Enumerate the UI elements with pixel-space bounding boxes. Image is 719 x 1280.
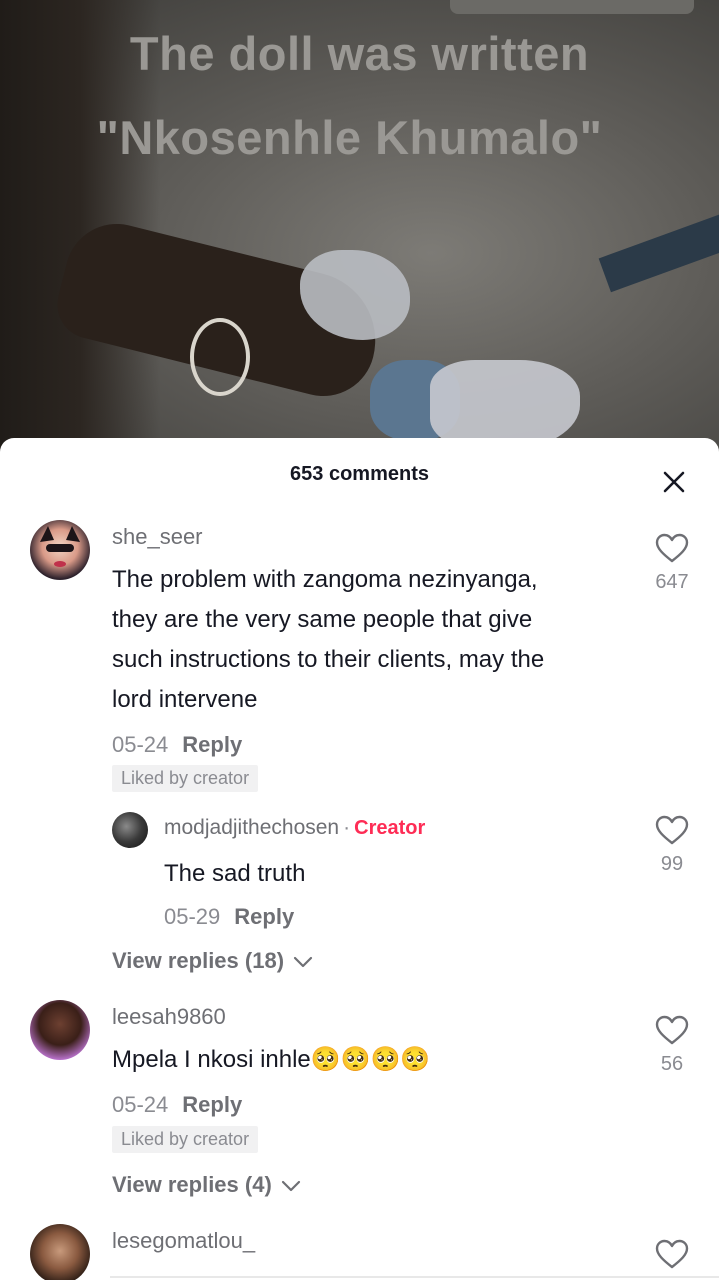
- view-replies-label: View replies (18): [112, 948, 285, 973]
- view-replies-button[interactable]: View replies (4): [112, 1172, 302, 1198]
- input-divider: [110, 1276, 719, 1278]
- reply-date: 05-29: [164, 904, 221, 929]
- close-icon[interactable]: [660, 468, 688, 496]
- comment-date: 05-24: [112, 732, 169, 757]
- comment-text: Mpela I nkosi inhle🥺🥺🥺🥺: [112, 1040, 430, 1080]
- comments-count-title: 653 comments: [290, 463, 429, 485]
- comment-username[interactable]: she_seer: [112, 524, 203, 550]
- view-replies-button[interactable]: View replies (18): [112, 948, 314, 974]
- comment-username[interactable]: lesegomatlou_: [112, 1228, 255, 1254]
- like-count: 647: [655, 571, 689, 593]
- heart-icon: [655, 1015, 689, 1045]
- comment-text: The problem with zangoma nezinyanga, the…: [112, 560, 544, 720]
- reply-meta: 05-29 Reply: [164, 904, 294, 930]
- comment-meta: 05-24 Reply: [112, 732, 242, 758]
- comment-text-body: Mpela I nkosi inhle: [112, 1046, 311, 1073]
- reply-like-button[interactable]: 99: [650, 814, 694, 876]
- like-button[interactable]: [650, 1238, 694, 1275]
- avatar[interactable]: [30, 520, 90, 580]
- liked-by-creator-badge: Liked by creator: [112, 1126, 259, 1153]
- avatar[interactable]: [30, 1000, 90, 1060]
- comment-date: 05-24: [112, 1092, 169, 1117]
- reply-username-row: modjadjithechosen · Creator: [164, 816, 425, 840]
- heart-icon: [655, 1239, 689, 1269]
- chevron-down-icon: [294, 957, 313, 968]
- video-player[interactable]: The doll was written "Nkosenhle Khumalo": [0, 0, 719, 460]
- video-caption-line-1: The doll was written: [129, 27, 590, 80]
- comment-text-line: they are the very same people that give: [112, 606, 533, 633]
- like-count: 56: [660, 1053, 684, 1075]
- view-replies-label: View replies (4): [112, 1172, 272, 1197]
- comment-text-line: lord intervene: [112, 686, 258, 713]
- chevron-down-icon: [281, 1181, 301, 1192]
- reply-avatar[interactable]: [112, 812, 148, 848]
- like-button[interactable]: 647: [650, 532, 694, 594]
- reply-text: The sad truth: [164, 860, 306, 887]
- liked-by-creator-badge: Liked by creator: [112, 765, 259, 792]
- separator-dot: ·: [343, 816, 351, 839]
- comment-text-line: The problem with zangoma nezinyanga,: [112, 566, 538, 593]
- heart-icon: [655, 815, 689, 845]
- video-top-bar: [450, 0, 694, 14]
- heart-icon: [655, 533, 689, 563]
- like-count: 99: [660, 853, 684, 875]
- comment-username[interactable]: leesah9860: [112, 1004, 226, 1030]
- video-bracelet: [190, 318, 250, 396]
- video-caption-line-2: "Nkosenhle Khumalo": [96, 111, 603, 164]
- reply-button[interactable]: Reply: [234, 904, 294, 929]
- video-blade: [598, 203, 719, 293]
- comment-text-line: such instructions to their clients, may …: [112, 646, 545, 673]
- comment-meta: 05-24 Reply: [112, 1092, 242, 1118]
- like-button[interactable]: 56: [650, 1014, 694, 1076]
- avatar[interactable]: [30, 1224, 90, 1280]
- creator-label: Creator: [354, 817, 426, 839]
- comment-emojis: 🥺🥺🥺🥺: [310, 1046, 431, 1073]
- reply-username[interactable]: modjadjithechosen: [164, 816, 339, 839]
- reply-button[interactable]: Reply: [182, 732, 242, 757]
- reply-button[interactable]: Reply: [182, 1092, 242, 1117]
- video-cloth-2: [430, 360, 580, 450]
- comments-sheet: 653 comments she_seer The problem with z…: [0, 438, 719, 1280]
